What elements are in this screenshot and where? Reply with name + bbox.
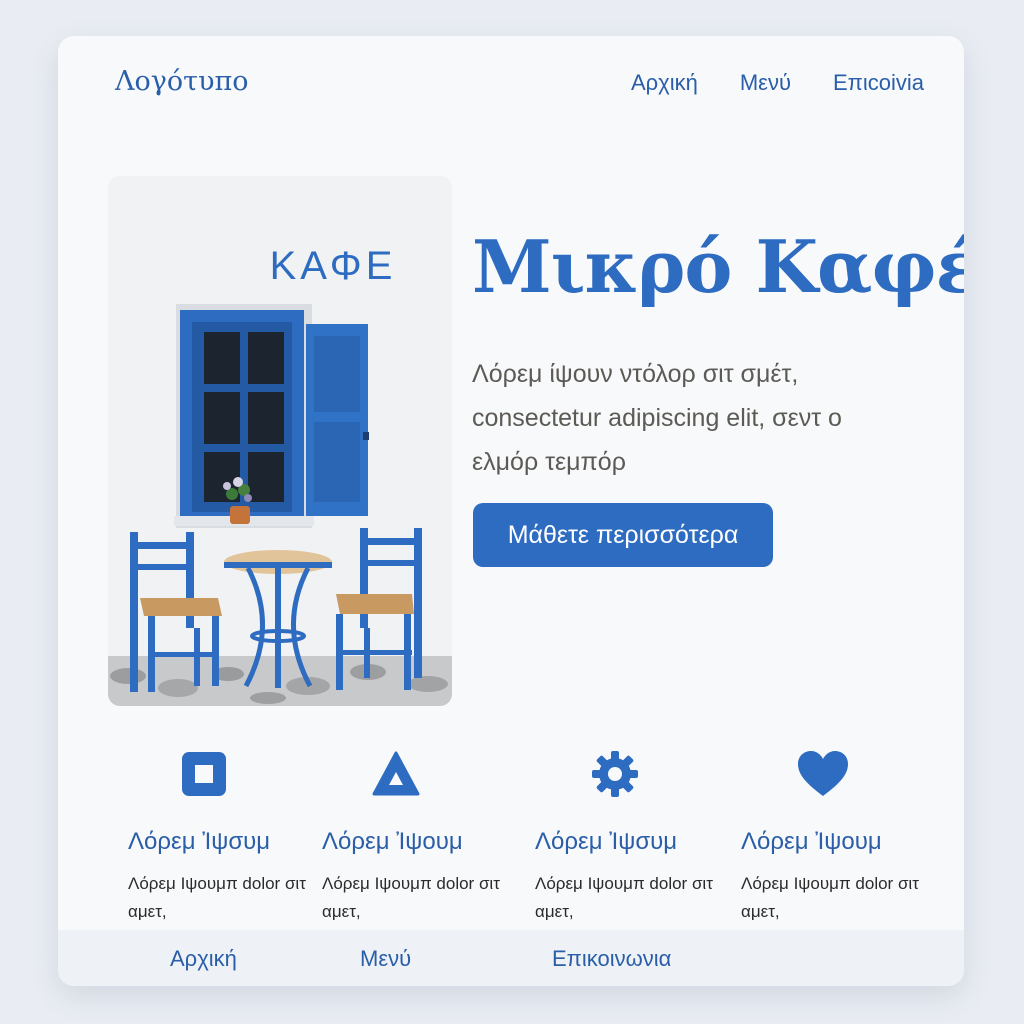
- feature-title: Λόρεμ Ἰψσυμ: [128, 828, 271, 855]
- feature-description: Λόρεμ Ιψουμπ dolor σιτ αμετ,: [128, 874, 306, 921]
- hero-title: Μικρό Καφέ: [472, 224, 964, 309]
- feature-description: Λόρεμ Ιψουμπ dolor σιτ αμετ,: [322, 874, 500, 921]
- heart-icon: [798, 751, 848, 796]
- triangle-icon: [372, 751, 420, 796]
- gear-icon: [592, 751, 638, 797]
- nav-menu-link[interactable]: Μενύ: [740, 70, 791, 96]
- logo[interactable]: Λογότυπο: [115, 66, 249, 97]
- footer: Αρχική Μενύ Επικοινωνια: [58, 930, 964, 986]
- footer-menu-link[interactable]: Μενύ: [360, 946, 411, 972]
- learn-more-button[interactable]: Μάθετε περισσότερα: [473, 503, 773, 567]
- feature-description: Λόρεμ Ιψουμπ dolor σιτ αμετ,: [741, 874, 919, 921]
- square-icon: [182, 752, 226, 796]
- cafe-sign: ΚΑΦΕ: [269, 244, 397, 288]
- feature-title: Λόρεμ Ἰψουμ: [322, 828, 463, 855]
- feature-title: Λόρεμ Ἰψουμ: [741, 828, 882, 855]
- top-nav: Αρχική Μενύ Επιcοivia: [631, 70, 924, 96]
- feature-description: Λόρεμ Ιψουμπ dolor σιτ αμετ,: [535, 874, 713, 921]
- footer-home-link[interactable]: Αρχική: [170, 946, 237, 972]
- feature-title: Λόρεμ Ἰψσυμ: [535, 828, 678, 855]
- page-card: Λογότυπο Αρχική Μενύ Επιcοivia ΚΑΦΕ Μικρ…: [58, 36, 964, 986]
- nav-contact-link[interactable]: Επιcοivia: [833, 70, 924, 96]
- nav-home-link[interactable]: Αρχική: [631, 70, 698, 96]
- header: Λογότυπο Αρχική Μενύ Επιcοivia: [58, 36, 964, 136]
- hero-description: Λόρεμ ίψουν ντόλορ σιτ σμέτ, consectetur…: [472, 360, 842, 476]
- footer-contact-link[interactable]: Επικοινωνια: [552, 946, 671, 972]
- hero-image: ΚΑΦΕ: [108, 176, 452, 706]
